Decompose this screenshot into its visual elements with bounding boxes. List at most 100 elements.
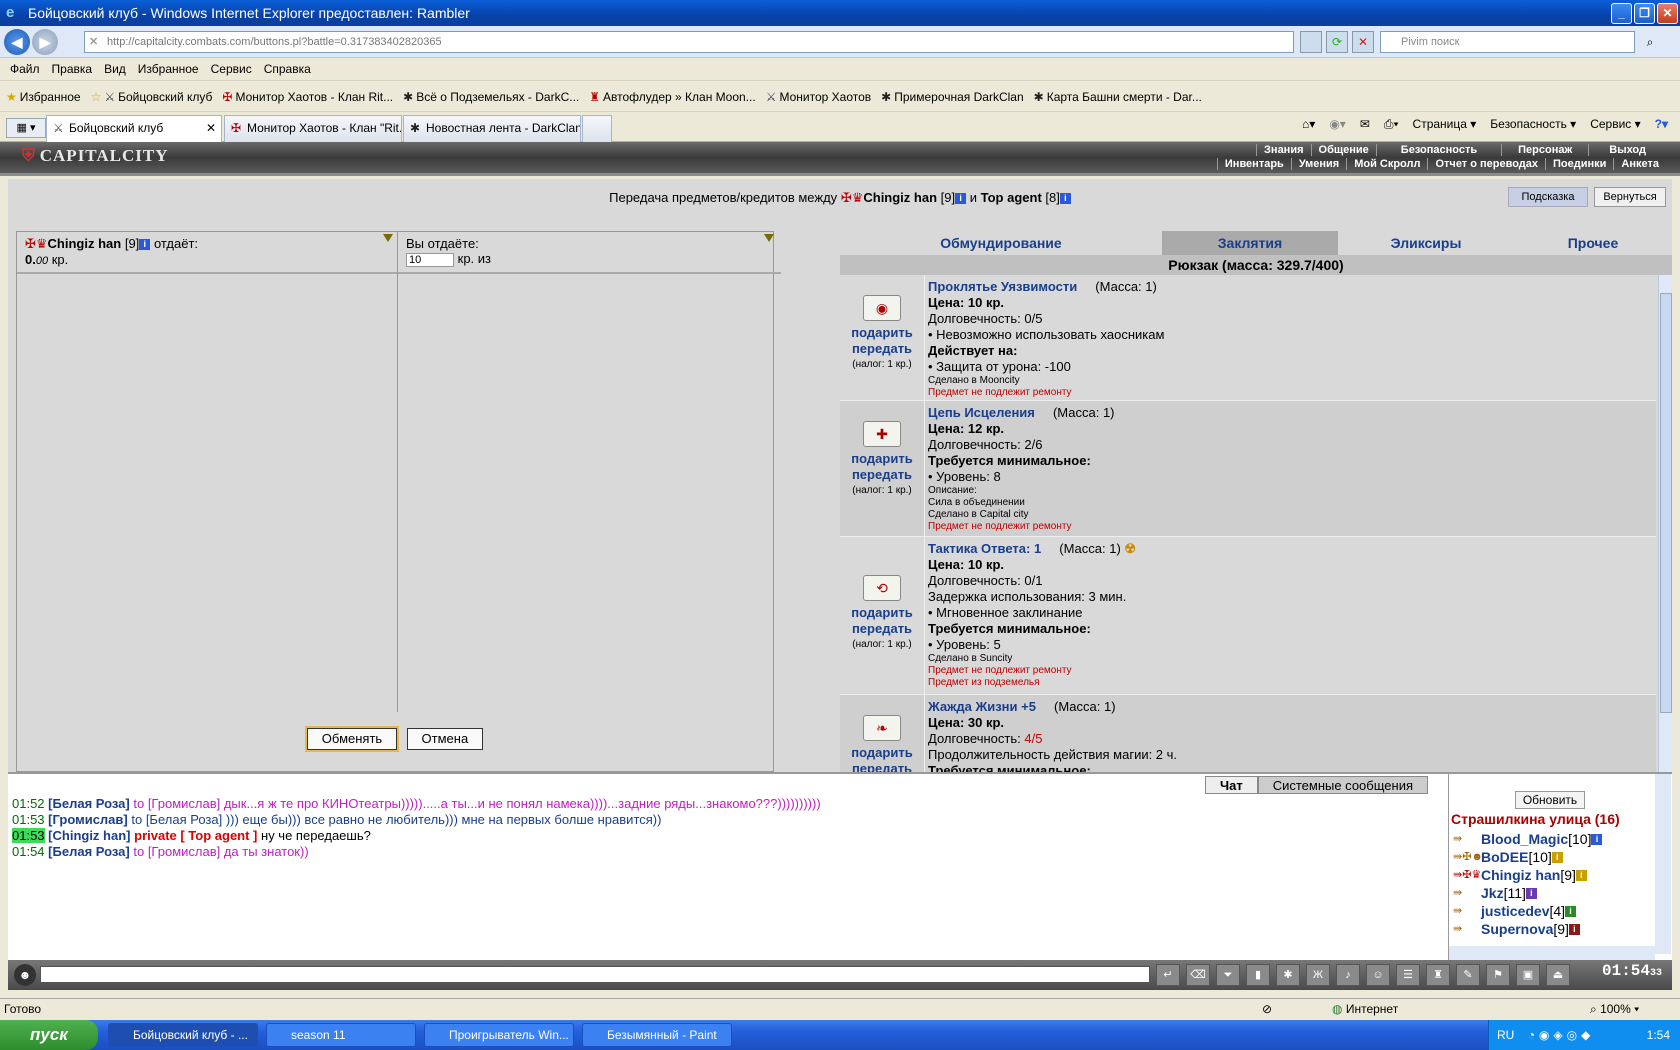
tools-menu[interactable]: Сервис ▾ [1590, 117, 1640, 132]
menu-character[interactable]: Персонаж [1501, 144, 1588, 156]
menu-favorites[interactable]: Избранное [138, 62, 199, 76]
exit-icon[interactable]: ⏏ [1546, 964, 1570, 986]
user-name[interactable]: justicedev [1481, 902, 1549, 920]
search-input[interactable]: Pivim поиск [1380, 31, 1635, 53]
menu-battles[interactable]: Поединки [1545, 158, 1613, 170]
scrollbar-thumb[interactable] [1660, 293, 1672, 713]
start-button[interactable]: пуск [0, 1020, 98, 1050]
info-icon[interactable]: i [1591, 833, 1603, 845]
lock-icon[interactable]: ▣ [1516, 964, 1540, 986]
item-name[interactable]: Тактика Ответа: 1 [928, 541, 1041, 556]
new-tab-button[interactable] [582, 115, 612, 142]
item-name[interactable]: Проклятье Уязвимости [928, 279, 1077, 294]
user-name[interactable]: Jkz [1481, 884, 1504, 902]
transfer-link[interactable]: передать [840, 761, 924, 772]
fav-link[interactable]: ⚔ Монитор Хаотов [766, 90, 871, 104]
tab-news[interactable]: ✱ Новостная лента - DarkClan [403, 115, 581, 142]
search-icon[interactable]: ⌕ [1640, 31, 1660, 53]
translit-icon[interactable]: Ж [1306, 964, 1330, 986]
menu-knowledge[interactable]: Знания [1256, 144, 1310, 156]
task-ie[interactable]: Бойцовский клуб - ... [108, 1023, 258, 1047]
tab-system-messages[interactable]: Системные сообщения [1257, 776, 1428, 794]
menu-profile[interactable]: Анкета [1613, 158, 1666, 170]
private-arrow-icon[interactable]: ⇛ [1453, 902, 1481, 920]
tab-fight-club[interactable]: ⚔ Бойцовский клуб ✕ [46, 115, 222, 143]
menu-view[interactable]: Вид [104, 62, 126, 76]
home-icon[interactable]: ⌂▾ [1302, 117, 1315, 132]
cancel-button[interactable]: Отмена [406, 728, 484, 750]
mail-icon[interactable]: ✉ [1360, 117, 1370, 132]
menu-social[interactable]: Общение [1310, 144, 1376, 156]
menu-security[interactable]: Безопасность [1375, 144, 1501, 156]
refresh-icon[interactable]: ⟳ [1326, 31, 1348, 53]
user-name[interactable]: BoDEE [1481, 848, 1528, 866]
menu-help[interactable]: Справка [264, 62, 311, 76]
fav-link[interactable]: ✠ Монитор Хаотов - Клан Rit... [222, 90, 393, 104]
maximize-button[interactable]: ❐ [1634, 3, 1655, 24]
tab-other[interactable]: Прочее [1514, 231, 1672, 255]
hint-button[interactable]: Подсказка [1508, 187, 1588, 207]
info-icon[interactable]: i [1568, 923, 1580, 935]
online-scrollbar[interactable] [1655, 774, 1671, 954]
exchange-button[interactable]: Обменять [306, 728, 398, 750]
print-icon[interactable]: ⎙▾ [1384, 117, 1399, 132]
tab-monitor[interactable]: ✠ Монитор Хаотов - Клан "Rit... [224, 115, 402, 142]
give-link[interactable]: подарить [840, 451, 924, 467]
info-icon[interactable]: i [1565, 905, 1577, 917]
item-name[interactable]: Цепь Исцеления [928, 405, 1035, 420]
menu-file[interactable]: Файл [10, 62, 40, 76]
sort-icon[interactable] [383, 234, 393, 242]
favorites-button[interactable]: ★ Избранное [6, 90, 81, 104]
back-icon[interactable]: ◀ [4, 29, 30, 55]
smiles-icon[interactable]: ☺ [1366, 964, 1390, 986]
log-icon[interactable]: ☰ [1396, 964, 1420, 986]
user2-name[interactable]: Top agent [981, 190, 1042, 205]
settings-icon[interactable]: ✱ [1276, 964, 1300, 986]
private-arrow-icon[interactable]: ⇛ [1453, 884, 1481, 902]
safety-menu[interactable]: Безопасность ▾ [1490, 117, 1576, 132]
user1-name[interactable]: Chingiz han [863, 190, 937, 205]
item-list-scrollbar[interactable] [1658, 275, 1672, 772]
item-name[interactable]: Жажда Жизни +5 [928, 699, 1036, 714]
task-folder[interactable]: season 11 [266, 1023, 416, 1047]
tab-spells[interactable]: Заклятия [1162, 231, 1338, 255]
book-icon[interactable]: ▮ [1246, 964, 1270, 986]
online-user[interactable]: ⇛✠☻ BoDEE [10] i [1453, 848, 1602, 866]
smile-menu-icon[interactable]: ☻ [14, 964, 36, 986]
transfer-link[interactable]: передать [840, 621, 924, 637]
scroll-icon[interactable]: ✎ [1456, 964, 1480, 986]
chat-nick[interactable]: [Громислав] [48, 812, 128, 827]
chat-nick[interactable]: [Белая Роза] [48, 796, 130, 811]
close-button[interactable]: ✕ [1657, 3, 1678, 24]
info-icon[interactable]: i [1575, 869, 1587, 881]
menu-tools[interactable]: Сервис [211, 62, 252, 76]
info-icon[interactable]: i [1525, 887, 1537, 899]
sound-icon[interactable]: ♪ [1336, 964, 1360, 986]
feeds-icon[interactable]: ◉▾ [1329, 117, 1346, 132]
fav-link[interactable]: ✱ Примерочная DarkClan [881, 90, 1023, 104]
chat-input[interactable] [40, 966, 1150, 983]
online-user[interactable]: ⇛ Supernova [9] i [1453, 920, 1602, 938]
private-arrow-icon[interactable]: ⇛ [1453, 830, 1481, 848]
address-input[interactable]: ✕ http://capitalcity.combats.com/buttons.… [84, 31, 1294, 53]
zoom-control[interactable]: ⌕ 100% ▾ [1590, 999, 1639, 1019]
quick-tabs-icon[interactable]: ▦ ▾ [6, 118, 46, 138]
stop-icon[interactable]: ✕ [1352, 31, 1374, 53]
filter-icon[interactable]: ⏷ [1216, 964, 1240, 986]
send-icon[interactable]: ↵ [1156, 964, 1180, 986]
page-menu[interactable]: Страница ▾ [1413, 117, 1477, 132]
transfer-link[interactable]: передать [840, 341, 924, 357]
chat-nick[interactable]: [Белая Роза] [48, 844, 130, 859]
tab-equipment[interactable]: Обмундирование [840, 231, 1162, 255]
info-icon[interactable]: i [955, 193, 967, 204]
fav-link[interactable]: ✱ Карта Башни смерти - Dar... [1034, 90, 1202, 104]
give-link[interactable]: подарить [840, 325, 924, 341]
give-link[interactable]: подарить [840, 605, 924, 621]
transfer-link[interactable]: передать [840, 467, 924, 483]
compat-icon[interactable] [1300, 31, 1322, 53]
partner-name[interactable]: Chingiz han [48, 236, 122, 251]
menu-edit[interactable]: Правка [52, 62, 93, 76]
forward-icon[interactable]: ▶ [32, 29, 58, 55]
language-indicator[interactable]: RU [1497, 1028, 1514, 1042]
online-user[interactable]: ⇛✠♛ Chingiz han [9] i [1453, 866, 1602, 884]
